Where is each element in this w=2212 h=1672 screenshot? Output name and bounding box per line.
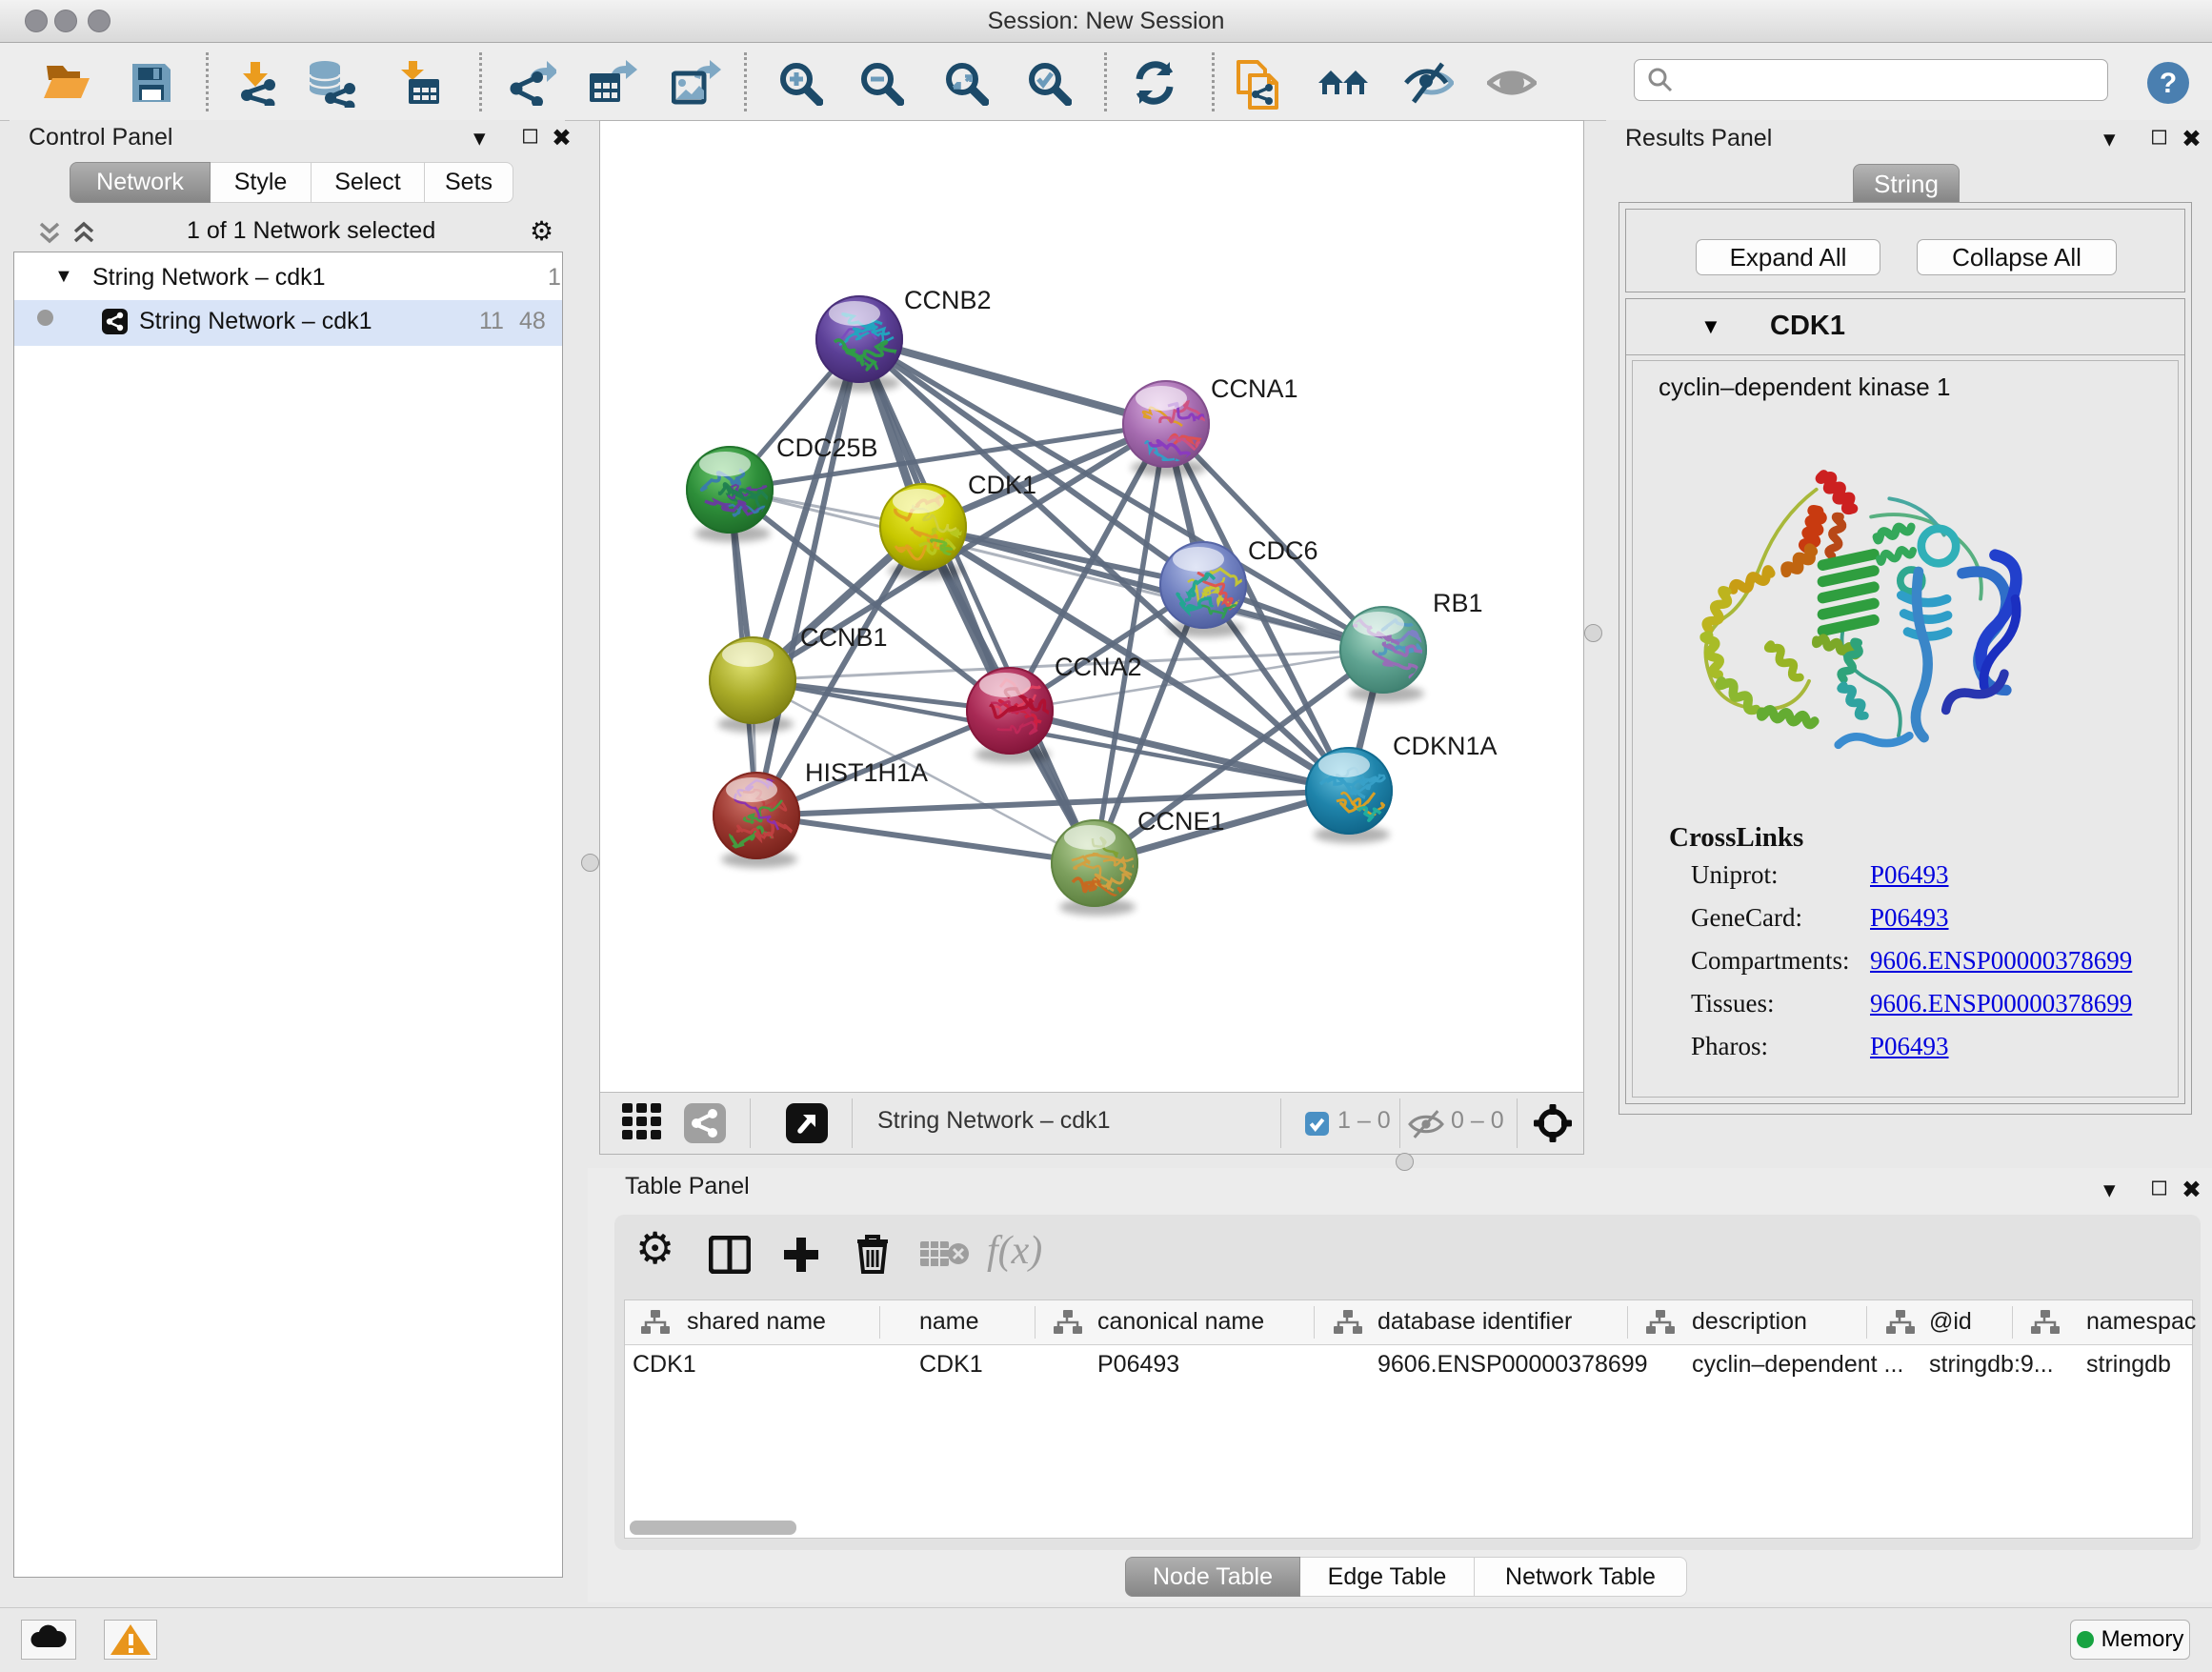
- svg-text:CDK1: CDK1: [968, 471, 1036, 499]
- svg-text:CCNB2: CCNB2: [904, 286, 992, 314]
- svg-text:?: ?: [2160, 68, 2177, 99]
- svg-text:CCNB1: CCNB1: [800, 623, 888, 652]
- svg-text:CDKN1A: CDKN1A: [1393, 732, 1498, 760]
- svg-text:RB1: RB1: [1433, 589, 1483, 617]
- svg-text:HIST1H1A: HIST1H1A: [805, 758, 928, 787]
- svg-text:CCNA1: CCNA1: [1211, 374, 1298, 403]
- svg-text:CDC25B: CDC25B: [776, 433, 878, 462]
- svg-text:CCNE1: CCNE1: [1137, 807, 1225, 836]
- svg-text:CCNA2: CCNA2: [1055, 653, 1142, 681]
- svg-text:CDC6: CDC6: [1248, 536, 1318, 565]
